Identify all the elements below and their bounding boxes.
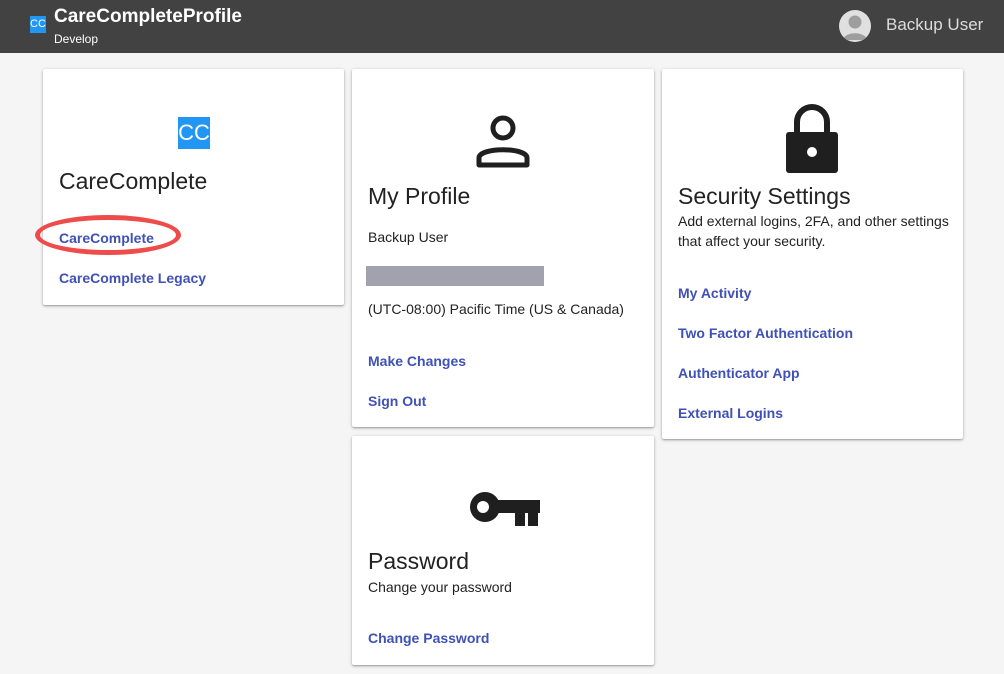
app-bar: CC CareCompleteProfile Develop Backup Us…	[0, 0, 1004, 53]
password-card-title: Password	[368, 548, 469, 574]
app-title[interactable]: CareCompleteProfile	[54, 6, 242, 28]
environment-label: Develop	[54, 32, 99, 46]
sign-out-link[interactable]: Sign Out	[368, 393, 426, 409]
redacted-field	[366, 266, 544, 286]
security-settings-card: Security Settings Add external logins, 2…	[662, 69, 963, 439]
key-icon	[470, 492, 540, 526]
user-avatar-icon[interactable]	[839, 10, 871, 42]
app-logo-icon: CC	[30, 16, 46, 33]
two-factor-authentication-link[interactable]: Two Factor Authentication	[678, 325, 853, 341]
person-icon	[476, 115, 530, 168]
carecomplete-link[interactable]: CareComplete	[59, 230, 154, 246]
carecomplete-legacy-link[interactable]: CareComplete Legacy	[59, 270, 206, 286]
password-description: Change your password	[368, 579, 512, 595]
profile-timezone: (UTC-08:00) Pacific Time (US & Canada)	[368, 301, 624, 317]
carecomplete-logo-icon: CC	[178, 117, 210, 149]
profile-user-name: Backup User	[368, 229, 449, 245]
security-settings-card-title: Security Settings	[678, 183, 851, 209]
authenticator-app-link[interactable]: Authenticator App	[678, 365, 800, 381]
my-profile-card-title: My Profile	[368, 183, 471, 209]
carecomplete-card-title: CareComplete	[59, 168, 208, 194]
lock-icon	[786, 104, 838, 173]
external-logins-link[interactable]: External Logins	[678, 405, 783, 421]
my-profile-card: My Profile Backup User (UTC-08:00) Pacif…	[352, 69, 654, 427]
security-description: Add external logins, 2FA, and other sett…	[678, 213, 949, 249]
make-changes-link[interactable]: Make Changes	[368, 353, 466, 369]
my-activity-link[interactable]: My Activity	[678, 285, 751, 301]
password-card: Password Change your password Change Pas…	[352, 436, 654, 665]
user-menu-name[interactable]: Backup User	[886, 15, 983, 35]
change-password-link[interactable]: Change Password	[368, 630, 489, 646]
carecomplete-card: CC CareComplete CareComplete CareComplet…	[35, 69, 344, 305]
